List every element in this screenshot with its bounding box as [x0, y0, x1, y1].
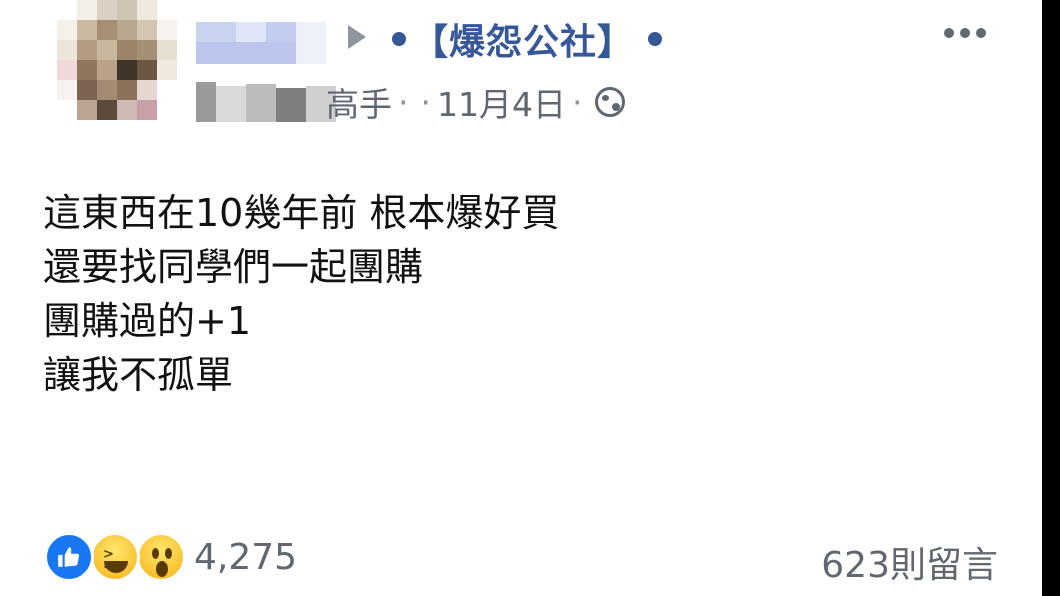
- right-edge-border: [1042, 0, 1060, 596]
- wow-icon: [136, 532, 186, 582]
- post-line: 團購過的+1: [43, 299, 252, 343]
- group-link[interactable]: 【爆怨公社】: [392, 13, 663, 65]
- privacy-public-icon[interactable]: [594, 87, 625, 117]
- post-line: 還要找同學們一起團購: [43, 245, 424, 289]
- bullet-dot: [648, 32, 663, 46]
- separator: ·: [572, 82, 583, 122]
- post-body: 這東西在10幾年前 根本爆好買 還要找同學們一起團購 團購過的+1 讓我不孤單: [43, 186, 559, 402]
- post-date[interactable]: 11月4日: [437, 78, 566, 126]
- author-subtitle-redacted: [196, 82, 336, 122]
- bullet-dot: [392, 32, 406, 46]
- author-title: 高手: [326, 85, 392, 124]
- shared-to-arrow-icon: [348, 25, 366, 49]
- post-line: 讓我不孤單: [43, 353, 234, 397]
- reaction-count[interactable]: 4,275: [194, 537, 297, 578]
- avatar[interactable]: [57, 0, 177, 120]
- haha-icon: ><: [90, 532, 140, 582]
- like-icon: [44, 532, 94, 582]
- comments-count-link[interactable]: 623則留言: [821, 536, 998, 588]
- reactions-summary[interactable]: >< 4,275: [44, 530, 297, 584]
- post-line: 這東西在10幾年前 根本爆好買: [43, 191, 560, 235]
- separator: ·: [420, 82, 432, 122]
- separator: ·: [398, 82, 409, 122]
- more-options-icon[interactable]: [944, 28, 986, 38]
- post-meta: 高手 · · 11月4日 ·: [326, 80, 625, 124]
- author-name-redacted[interactable]: [196, 22, 326, 64]
- group-name[interactable]: 【爆怨公社】: [412, 13, 634, 65]
